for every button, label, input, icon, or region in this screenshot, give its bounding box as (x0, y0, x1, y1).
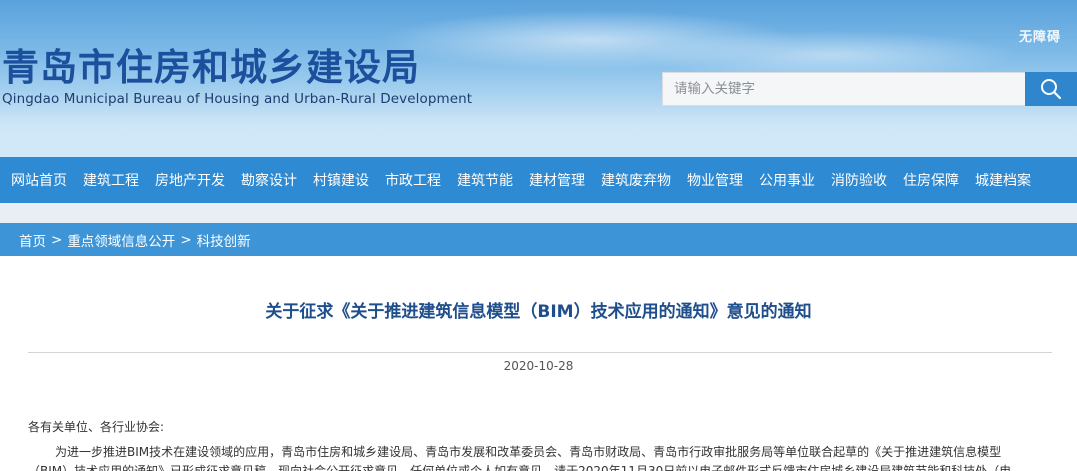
site-title: 青岛市住房和城乡建设局 (2, 46, 420, 89)
title-divider (28, 352, 1052, 353)
breadcrumb-tech-innovation[interactable]: 科技创新 (197, 230, 251, 250)
nav-list: 网站首页 建筑工程 房地产开发 勘察设计 村镇建设 市政工程 建筑节能 建材管理… (0, 157, 1077, 203)
nav-item-utilities[interactable]: 公用事业 (759, 170, 815, 190)
nav-item-waste[interactable]: 建筑废弃物 (601, 170, 671, 190)
article-content: 关于征求《关于推进建筑信息模型（BIM）技术应用的通知》意见的通知 2020-1… (0, 256, 1077, 471)
breadcrumb-home[interactable]: 首页 (19, 230, 46, 250)
search-icon (1041, 79, 1062, 100)
site-subtitle: Qingdao Municipal Bureau of Housing and … (2, 91, 473, 107)
search-input[interactable] (663, 73, 1025, 105)
article-title: 关于征求《关于推进建筑信息模型（BIM）技术应用的通知》意见的通知 (265, 302, 812, 322)
article-date: 2020-10-28 (503, 359, 574, 373)
nav-item-municipal[interactable]: 市政工程 (385, 170, 441, 190)
breadcrumb-separator: > (51, 231, 63, 248)
article-paragraph: （BIM）技术应用的通知》已形成征求意见稿，现向社会公开征求意见。任何单位或个人… (28, 464, 1012, 471)
nav-item-housing[interactable]: 住房保障 (903, 170, 959, 190)
separator-band (0, 203, 1077, 223)
breadcrumb-separator: > (180, 231, 192, 248)
nav-item-construction[interactable]: 建筑工程 (83, 170, 139, 190)
article-salutation: 各有关单位、各行业协会: (28, 420, 165, 434)
nav-item-fire[interactable]: 消防验收 (831, 170, 887, 190)
nav-item-village-town[interactable]: 村镇建设 (313, 170, 369, 190)
search-button[interactable] (1025, 72, 1077, 106)
nav-item-archives[interactable]: 城建档案 (975, 170, 1031, 190)
nav-item-energy-saving[interactable]: 建筑节能 (457, 170, 513, 190)
accessibility-link[interactable]: 无障碍 (1019, 26, 1061, 45)
nav-item-materials[interactable]: 建材管理 (529, 170, 585, 190)
header-haze (0, 110, 1077, 157)
breadcrumb-disclosure[interactable]: 重点领域信息公开 (67, 230, 175, 250)
nav-item-home[interactable]: 网站首页 (11, 170, 67, 190)
nav-item-real-estate[interactable]: 房地产开发 (155, 170, 225, 190)
search-box (662, 72, 1026, 106)
breadcrumb-bar: 首页 > 重点领域信息公开 > 科技创新 (0, 223, 1077, 256)
article-paragraph: 为进一步推进BIM技术在建设领域的应用，青岛市住房和城乡建设局、青岛市发展和改革… (55, 445, 1002, 459)
site-header: 无障碍 青岛市住房和城乡建设局 Qingdao Municipal Bureau… (0, 0, 1077, 157)
breadcrumb: 首页 > 重点领域信息公开 > 科技创新 (19, 223, 251, 256)
nav-item-survey-design[interactable]: 勘察设计 (241, 170, 297, 190)
main-nav: 网站首页 建筑工程 房地产开发 勘察设计 村镇建设 市政工程 建筑节能 建材管理… (0, 157, 1077, 203)
nav-item-property[interactable]: 物业管理 (687, 170, 743, 190)
